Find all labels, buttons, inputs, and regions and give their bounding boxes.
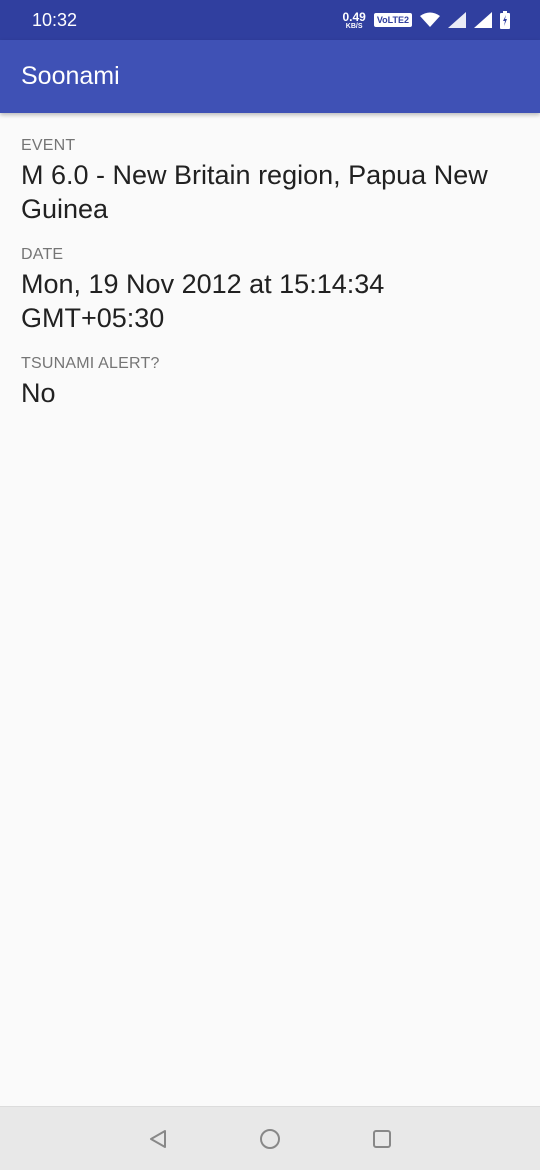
network-speed-unit: KB/S: [345, 22, 363, 30]
status-icons: 0.49 KB/S VoLTE2: [342, 11, 510, 30]
date-value: Mon, 19 Nov 2012 at 15:14:34 GMT+05:30: [21, 269, 385, 333]
signal-icon: [474, 12, 492, 28]
status-bar: 10:32 0.49 KB/S VoLTE2: [0, 0, 540, 40]
event-label: EVENT: [21, 137, 76, 154]
recents-icon: [373, 1129, 391, 1148]
tsunami-section: TSUNAMI ALERT? No: [21, 355, 521, 410]
date-section: DATE Mon, 19 Nov 2012 at 15:14:34 GMT+05…: [21, 246, 521, 335]
network-speed: 0.49 KB/S: [342, 11, 365, 30]
back-icon: [150, 1129, 166, 1148]
wifi-icon: [420, 12, 440, 27]
date-label: DATE: [21, 246, 64, 263]
back-button[interactable]: [141, 1122, 175, 1156]
earthquake-details: EVENT M 6.0 - New Britain region, Papua …: [21, 137, 521, 430]
tsunami-value: No: [21, 378, 56, 408]
recents-button[interactable]: [365, 1122, 399, 1156]
home-button[interactable]: [253, 1122, 287, 1156]
event-section: EVENT M 6.0 - New Britain region, Papua …: [21, 137, 521, 226]
battery-charging-icon: [500, 11, 510, 29]
event-value: M 6.0 - New Britain region, Papua New Gu…: [21, 160, 488, 224]
tsunami-label: TSUNAMI ALERT?: [21, 355, 160, 372]
signal-icon: [448, 12, 466, 28]
network-speed-value: 0.49: [342, 9, 366, 24]
navigation-bar: [0, 1106, 540, 1170]
volte-badge: VoLTE2: [373, 13, 412, 27]
status-time: 10:32: [32, 9, 78, 30]
app-bar: Soonami: [0, 40, 540, 113]
app-title: Soonami: [21, 62, 120, 90]
home-icon: [260, 1128, 280, 1149]
